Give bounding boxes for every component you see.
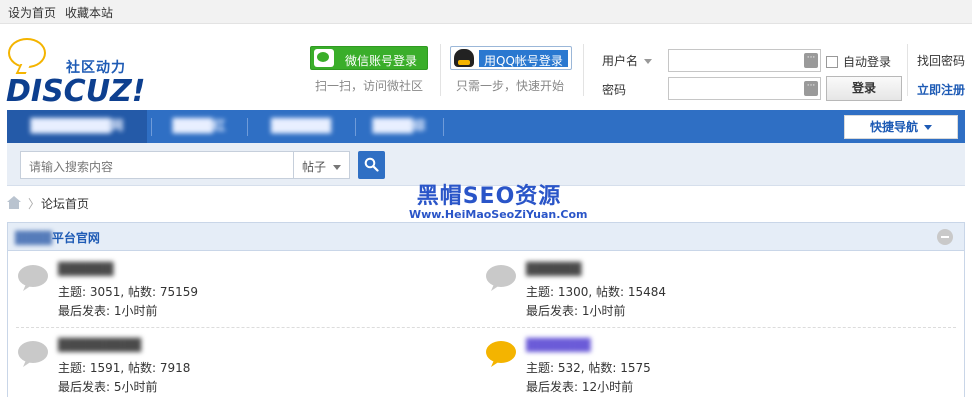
site-logo[interactable]: 社区动力 DISCUZ! bbox=[6, 36, 145, 109]
register-link[interactable]: 立即注册 bbox=[917, 81, 965, 98]
auto-login-checkbox[interactable]: 自动登录 bbox=[826, 53, 891, 70]
password-label: 密码 bbox=[602, 83, 627, 97]
username-label: 用户名 bbox=[602, 54, 639, 68]
forum-name[interactable]: █████████ bbox=[58, 338, 141, 352]
wechat-icon bbox=[314, 49, 334, 67]
site-header: 社区动力 DISCUZ! 微信账号登录 扫一扫，访问微社区 用QQ帐号登录 只需… bbox=[0, 24, 972, 110]
breadcrumb-separator-icon: 〉 bbox=[28, 197, 41, 211]
forum-row-divider bbox=[16, 327, 956, 328]
top-bar: 设为首页 收藏本站 bbox=[0, 0, 972, 24]
password-manager-icon[interactable]: ··· bbox=[804, 81, 818, 96]
forum-bubble-icon[interactable] bbox=[16, 264, 50, 292]
wechat-login-button[interactable]: 微信账号登录 bbox=[310, 46, 428, 70]
forum-item: ██████ 主题: 3051, 帖数: 75159 最后发表: 1小时前 bbox=[16, 258, 436, 322]
nav-item-3[interactable]: ██████ bbox=[251, 110, 351, 143]
nav-item-home[interactable]: ████████网 bbox=[7, 110, 147, 143]
forum-item: ██████ 主题: 1300, 帖数: 15484 最后发表: 1小时前 bbox=[484, 258, 904, 322]
wechat-login-label: 微信账号登录 bbox=[345, 54, 418, 68]
forum-bubble-icon[interactable] bbox=[16, 340, 50, 368]
logo-wordmark: DISCUZ! bbox=[6, 74, 146, 109]
forum-item: █████████ 主题: 1591, 帖数: 7918 最后发表: 5小时前 bbox=[16, 334, 436, 397]
login-button[interactable]: 登录 bbox=[826, 76, 902, 101]
qq-icon bbox=[454, 49, 474, 67]
forum-bubble-new-icon[interactable] bbox=[484, 340, 518, 368]
quick-nav-button[interactable]: 快捷导航 bbox=[844, 115, 958, 139]
search-icon bbox=[364, 157, 379, 172]
find-password-link[interactable]: 找回密码 bbox=[917, 52, 965, 69]
chevron-down-icon bbox=[333, 165, 342, 170]
forum-item: ███████ 主题: 532, 帖数: 1575 最后发表: 12小时前 bbox=[484, 334, 904, 397]
qq-login-button[interactable]: 用QQ帐号登录 bbox=[450, 46, 572, 70]
password-input[interactable]: ··· bbox=[668, 77, 821, 100]
category-title[interactable]: ████平台官网 bbox=[15, 229, 100, 246]
chevron-down-icon bbox=[644, 59, 653, 64]
nav-divider bbox=[151, 118, 152, 136]
search-input[interactable]: 请输入搜索内容 bbox=[20, 151, 294, 179]
bookmark-site-link[interactable]: 收藏本站 bbox=[65, 4, 113, 21]
watermark-url: Www.HeiMaoSeoZiYuan.Com bbox=[409, 208, 588, 221]
main-nav: ████████网 ████红 ██████ ████综 快捷导航 bbox=[7, 110, 965, 143]
collapse-icon[interactable] bbox=[937, 229, 953, 245]
auto-login-label: 自动登录 bbox=[843, 55, 892, 69]
wechat-login-subtext: 扫一扫，访问微社区 bbox=[315, 79, 424, 93]
forum-name[interactable]: ███████ bbox=[526, 338, 591, 352]
header-divider bbox=[583, 44, 584, 96]
qq-login-label: 用QQ帐号登录 bbox=[479, 50, 568, 68]
checkbox-box[interactable] bbox=[826, 56, 838, 68]
search-type-select[interactable]: 帖子 bbox=[294, 151, 350, 179]
forum-stats: 主题: 3051, 帖数: 75159 bbox=[58, 285, 199, 299]
chevron-down-icon bbox=[924, 125, 932, 130]
forum-name[interactable]: ██████ bbox=[58, 262, 113, 276]
watermark-title: 黑帽SEO资源 bbox=[416, 184, 562, 209]
breadcrumb-forum-home[interactable]: 论坛首页 bbox=[41, 195, 89, 212]
nav-item-4[interactable]: ████综 bbox=[359, 110, 439, 143]
set-homepage-link[interactable]: 设为首页 bbox=[8, 4, 56, 21]
forum-last-post: 最后发表: 1小时前 bbox=[58, 304, 158, 318]
watermark: 黑帽SEO资源 Www.HeiMaoSeoZiYuan.Com bbox=[409, 178, 588, 221]
header-divider bbox=[907, 44, 908, 96]
nav-item-2[interactable]: ████红 bbox=[155, 110, 243, 143]
search-type-label: 帖子 bbox=[302, 160, 327, 174]
forum-last-post: 最后发表: 5小时前 bbox=[58, 380, 158, 394]
forum-stats: 主题: 1300, 帖数: 15484 bbox=[526, 285, 667, 299]
nav-divider bbox=[355, 118, 356, 136]
nav-divider bbox=[443, 118, 444, 136]
password-manager-icon[interactable]: ··· bbox=[804, 53, 818, 68]
qq-login-subtext: 只需一步，快速开始 bbox=[456, 79, 565, 93]
home-icon[interactable] bbox=[7, 196, 21, 209]
search-button[interactable] bbox=[358, 151, 385, 179]
forum-bubble-icon[interactable] bbox=[484, 264, 518, 292]
quick-nav-label: 快捷导航 bbox=[869, 120, 918, 134]
username-type-select[interactable]: 用户名 bbox=[602, 52, 653, 69]
nav-divider bbox=[247, 118, 248, 136]
username-input[interactable]: ··· bbox=[668, 49, 821, 72]
forum-last-post: 最后发表: 12小时前 bbox=[526, 380, 634, 394]
forum-stats: 主题: 532, 帖数: 1575 bbox=[526, 361, 651, 375]
forum-last-post: 最后发表: 1小时前 bbox=[526, 304, 626, 318]
header-divider bbox=[440, 44, 441, 96]
logo-bubble-icon bbox=[8, 38, 46, 68]
forum-name[interactable]: ██████ bbox=[526, 262, 581, 276]
category-header: ████平台官网 bbox=[8, 223, 964, 251]
forum-stats: 主题: 1591, 帖数: 7918 bbox=[58, 361, 191, 375]
